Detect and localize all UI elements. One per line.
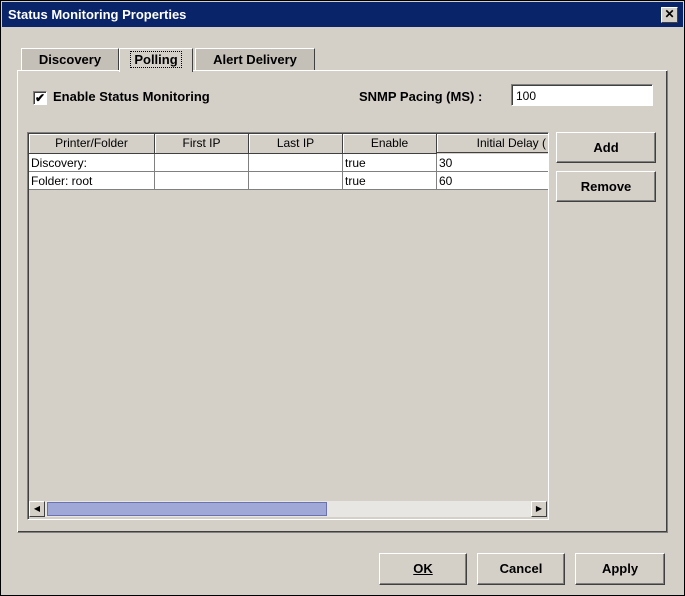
table-cell[interactable]: Discovery: [29, 154, 155, 172]
cancel-label: Cancel [499, 561, 543, 576]
table-cell[interactable] [249, 154, 343, 172]
table-cell[interactable]: 30 [437, 154, 548, 172]
tab-discovery-label: Discovery [38, 52, 102, 67]
close-icon: ✕ [664, 7, 675, 21]
scroll-thumb[interactable] [47, 502, 327, 516]
dialog-window: Status Monitoring Properties ✕ Discovery… [0, 0, 685, 596]
scroll-right-icon: ▶ [535, 504, 543, 513]
table-cell[interactable]: true [343, 154, 437, 172]
table-cell[interactable]: Folder: root [29, 172, 155, 190]
snmp-pacing-input[interactable]: 100 [511, 84, 653, 106]
add-button[interactable]: Add [556, 132, 656, 163]
scroll-left-button[interactable]: ◀ [29, 501, 45, 517]
snmp-pacing-label: SNMP Pacing (MS) : [359, 89, 483, 104]
enable-status-checkbox[interactable]: ✔ [33, 91, 47, 105]
window-title: Status Monitoring Properties [8, 7, 187, 22]
table-cell[interactable] [155, 172, 249, 190]
horizontal-scrollbar[interactable]: ◀ ▶ [29, 501, 547, 517]
apply-label: Apply [601, 561, 639, 576]
column-header-last-ip[interactable]: Last IP [249, 134, 343, 154]
polling-table[interactable]: Printer/Folder First IP Last IP Enable I… [27, 132, 549, 520]
scroll-right-button[interactable]: ▶ [531, 501, 547, 517]
column-header-enable[interactable]: Enable [343, 134, 437, 154]
tab-alert-delivery-label: Alert Delivery [213, 52, 297, 67]
enable-status-label[interactable]: Enable Status Monitoring [53, 89, 210, 104]
scroll-left-icon: ◀ [33, 504, 41, 513]
table-cell[interactable] [155, 154, 249, 172]
table-cell[interactable]: true [343, 172, 437, 190]
remove-button[interactable]: Remove [556, 171, 656, 202]
column-header-initial-delay[interactable]: Initial Delay ( [437, 134, 548, 153]
check-icon: ✔ [34, 91, 46, 105]
tab-polling-label: Polling [130, 51, 182, 68]
apply-button[interactable]: Apply [575, 553, 665, 585]
tab-alert-delivery[interactable]: Alert Delivery [195, 48, 315, 71]
cancel-button[interactable]: Cancel [477, 553, 565, 585]
table-cell[interactable]: 60 [437, 172, 548, 190]
table-cell[interactable] [249, 172, 343, 190]
ok-button[interactable]: OK [379, 553, 467, 585]
tab-discovery[interactable]: Discovery [21, 48, 119, 71]
tab-polling[interactable]: Polling [119, 48, 193, 72]
column-header-printer-folder[interactable]: Printer/Folder [29, 134, 155, 154]
close-button[interactable]: ✕ [661, 7, 678, 23]
ok-label: OK [413, 561, 433, 576]
title-bar[interactable]: Status Monitoring Properties ✕ [2, 2, 683, 27]
column-header-first-ip[interactable]: First IP [155, 134, 249, 154]
